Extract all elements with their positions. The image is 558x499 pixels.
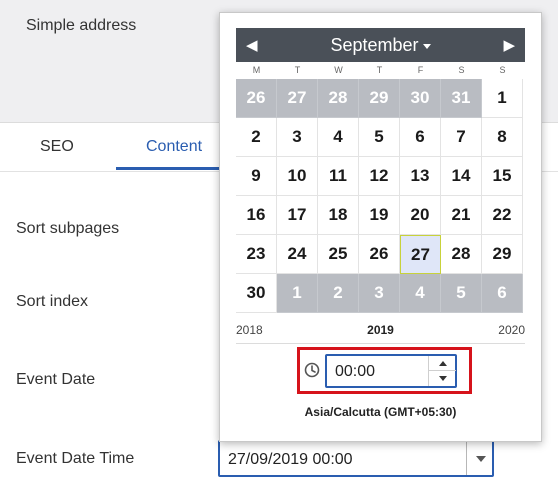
- day-cell[interactable]: 24: [277, 235, 318, 274]
- day-cell-other-month[interactable]: 28: [318, 79, 359, 118]
- day-cell[interactable]: 17: [277, 196, 318, 235]
- time-down-button[interactable]: [429, 371, 456, 386]
- month-selector[interactable]: September: [236, 35, 525, 56]
- dropdown-separator: [466, 442, 467, 475]
- time-value: 00:00: [335, 363, 376, 380]
- day-cell[interactable]: 3: [277, 118, 318, 157]
- day-cell[interactable]: 23: [236, 235, 277, 274]
- timezone-label: Asia/Calcutta (GMT+05:30): [304, 405, 457, 419]
- weekday-label: T: [294, 65, 301, 75]
- sort-subpages-label: Sort subpages: [16, 220, 120, 237]
- day-cell[interactable]: 8: [482, 118, 523, 157]
- weekday-label: M: [252, 65, 261, 75]
- time-spinner: [428, 356, 456, 386]
- clock-icon: [304, 362, 320, 378]
- active-tab-indicator: [116, 167, 220, 170]
- weekday-label: W: [334, 65, 343, 75]
- day-cell[interactable]: 18: [318, 196, 359, 235]
- day-cell-other-month[interactable]: 1: [277, 274, 318, 313]
- day-cell[interactable]: 15: [482, 157, 523, 196]
- day-cell[interactable]: 5: [359, 118, 400, 157]
- tab-seo[interactable]: SEO: [40, 138, 74, 156]
- time-input[interactable]: 00:00: [325, 354, 457, 388]
- event-date-time-input[interactable]: 27/09/2019 00:00: [218, 440, 494, 477]
- caret-down-icon: [422, 43, 431, 49]
- tab-content[interactable]: Content: [146, 138, 202, 156]
- weekday-header: M T W T F S S: [236, 65, 525, 79]
- day-cell[interactable]: 22: [482, 196, 523, 235]
- day-cell[interactable]: 25: [318, 235, 359, 274]
- day-cell[interactable]: 30: [236, 274, 277, 313]
- day-cell[interactable]: 11: [318, 157, 359, 196]
- day-cell-other-month[interactable]: 31: [441, 79, 482, 118]
- day-cell[interactable]: 28: [441, 235, 482, 274]
- day-cell[interactable]: 20: [400, 196, 441, 235]
- simple-address-label: Simple address: [26, 17, 137, 34]
- day-cell-selected[interactable]: 27: [400, 235, 441, 274]
- day-cell[interactable]: 9: [236, 157, 277, 196]
- day-cell[interactable]: 10: [277, 157, 318, 196]
- month-label: September: [330, 35, 419, 55]
- sort-index-label: Sort index: [16, 293, 89, 310]
- day-cell[interactable]: 21: [441, 196, 482, 235]
- event-date-label: Event Date: [16, 371, 96, 388]
- day-cell-other-month[interactable]: 4: [400, 274, 441, 313]
- day-cell-other-month[interactable]: 2: [318, 274, 359, 313]
- weekday-label: F: [417, 65, 424, 75]
- day-cell[interactable]: 19: [359, 196, 400, 235]
- day-cell[interactable]: 1: [482, 79, 523, 118]
- day-cell-other-month[interactable]: 29: [359, 79, 400, 118]
- chevron-down-icon[interactable]: [476, 456, 486, 462]
- day-cell[interactable]: 26: [359, 235, 400, 274]
- weekday-label: S: [458, 65, 465, 75]
- time-up-button[interactable]: [429, 356, 456, 371]
- calendar-header: ◀ September ▶: [236, 28, 525, 62]
- day-cell[interactable]: 29: [482, 235, 523, 274]
- day-cell-other-month[interactable]: 6: [482, 274, 523, 313]
- year-nav: 2018 2019 2020: [236, 323, 525, 339]
- weekday-label: S: [499, 65, 506, 75]
- day-cell[interactable]: 13: [400, 157, 441, 196]
- event-date-time-value: 27/09/2019 00:00: [228, 451, 353, 468]
- datepicker-popup: ◀ September ▶ M T W T F S S 26 27 28 29 30 31…: [219, 12, 542, 442]
- day-grid: 26 27 28 29 30 31 1 2 3 4 5 6 7 8 9 10 11 12 13 14 15 16 17 18 1…: [236, 79, 525, 313]
- day-cell[interactable]: 6: [400, 118, 441, 157]
- year-next[interactable]: 2020: [498, 323, 525, 337]
- day-cell-other-month[interactable]: 3: [359, 274, 400, 313]
- day-cell[interactable]: 12: [359, 157, 400, 196]
- caret-down-icon: [438, 376, 447, 381]
- day-cell-other-month[interactable]: 30: [400, 79, 441, 118]
- day-cell-other-month[interactable]: 27: [277, 79, 318, 118]
- weekday-label: T: [376, 65, 383, 75]
- day-cell[interactable]: 14: [441, 157, 482, 196]
- day-cell[interactable]: 2: [236, 118, 277, 157]
- chevron-right-icon[interactable]: ▶: [503, 36, 515, 54]
- day-cell-other-month[interactable]: 26: [236, 79, 277, 118]
- divider: [236, 343, 525, 344]
- event-date-time-label: Event Date Time: [16, 450, 135, 467]
- day-cell[interactable]: 16: [236, 196, 277, 235]
- day-cell[interactable]: 4: [318, 118, 359, 157]
- day-cell[interactable]: 7: [441, 118, 482, 157]
- year-current: 2019: [367, 323, 394, 337]
- day-cell-other-month[interactable]: 5: [441, 274, 482, 313]
- caret-up-icon: [438, 360, 447, 366]
